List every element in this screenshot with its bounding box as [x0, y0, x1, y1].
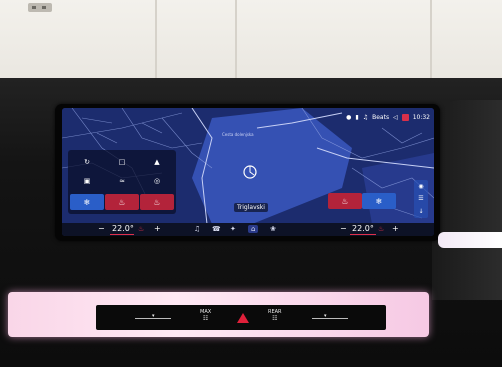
map-street-label: Cesta dolenjska — [222, 132, 254, 137]
driver-temp-value[interactable]: 22.0° — [112, 224, 134, 233]
defrost-icon: ☷ — [202, 315, 209, 322]
mirror-icon[interactable]: ↻ — [70, 153, 104, 171]
left-vent-dial-icon[interactable]: ▾ — [152, 313, 155, 319]
status-bar: ● ▮ ♫ Beats ◁ 10:32 — [346, 112, 430, 122]
infotainment-screen: Cesta dolenjska ● ▮ ♫ Beats ◁ 10:32 ↻ □ … — [62, 108, 434, 236]
clock: 10:32 — [412, 113, 430, 121]
map-side-controls: ◉ ☰ ↓ — [414, 180, 428, 218]
fan-icon[interactable]: ❀ — [270, 225, 276, 233]
bottom-dock: − 22.0° ♨ + ♫ ☎ ✦ ⌂ ❀ − 22.0° ♨ + — [62, 223, 434, 236]
passenger-seat-cool-button[interactable]: ❄ — [362, 193, 396, 209]
trunk-icon[interactable]: ▲ — [140, 153, 174, 171]
driver-temp-bar — [110, 234, 134, 235]
rear-defrost-button[interactable]: REAR ☷ — [268, 309, 282, 322]
dashboard-trim — [432, 100, 502, 300]
passenger-temp-bar — [350, 234, 376, 235]
door-icon[interactable]: □ — [105, 153, 139, 171]
apps-icon[interactable]: ✦ — [230, 225, 236, 233]
phone-icon[interactable]: ☎ — [212, 225, 221, 233]
driver-temp-minus-button[interactable]: − — [98, 224, 105, 233]
destination-label[interactable]: Triglavski — [234, 203, 268, 212]
passenger-temp-value[interactable]: 22.0° — [352, 224, 374, 233]
hazard-button[interactable] — [237, 313, 249, 323]
passenger-seat-heat-button[interactable]: ♨ — [328, 193, 362, 209]
driver-seat-cool-button[interactable]: ❄ — [70, 194, 104, 210]
camera-icon[interactable]: ◎ — [140, 172, 174, 190]
seat-massage-icon[interactable]: ≈ — [105, 172, 139, 190]
music-icon[interactable]: ♫ — [194, 225, 200, 233]
compass-icon[interactable]: ◉ — [418, 183, 423, 190]
right-vent-dial-icon[interactable]: ▾ — [324, 313, 327, 319]
user-icon[interactable]: ● — [346, 114, 351, 121]
passenger-seat-controls: ♨ ❄ — [328, 193, 396, 215]
wall-outlet — [28, 3, 52, 12]
driver-seat-heat-indicator-icon: ♨ — [138, 225, 145, 233]
volume-icon[interactable]: ◁ — [393, 114, 398, 121]
download-icon[interactable]: ↓ — [418, 208, 423, 215]
battery-icon: ▮ — [355, 113, 359, 121]
home-icon[interactable]: ⌂ — [248, 225, 259, 233]
max-defrost-button[interactable]: MAX ☷ — [200, 309, 211, 322]
passenger-temp-minus-button[interactable]: − — [340, 224, 347, 233]
passenger-seat-heat-indicator-icon: ♨ — [378, 225, 385, 233]
music-note-icon: ♫ — [362, 113, 369, 121]
sos-icon[interactable] — [401, 113, 409, 121]
media-label[interactable]: Beats — [372, 114, 389, 121]
right-vent-slider[interactable] — [312, 318, 348, 319]
passenger-temp-plus-button[interactable]: + — [392, 224, 399, 233]
rear-defrost-icon: ☷ — [272, 315, 278, 322]
steering-heat-button[interactable]: ♨ — [140, 194, 174, 210]
driver-temp-plus-button[interactable]: + — [154, 224, 161, 233]
climate-quick-panel: ↻ □ ▲ ▣ ≈ ◎ ❄ ♨ ♨ — [68, 150, 176, 214]
driver-seat-heat-button[interactable]: ♨ — [105, 194, 139, 210]
ambient-light-strip — [438, 232, 502, 248]
layers-icon[interactable]: ☰ — [418, 195, 423, 202]
parking-icon[interactable]: ▣ — [70, 172, 104, 190]
